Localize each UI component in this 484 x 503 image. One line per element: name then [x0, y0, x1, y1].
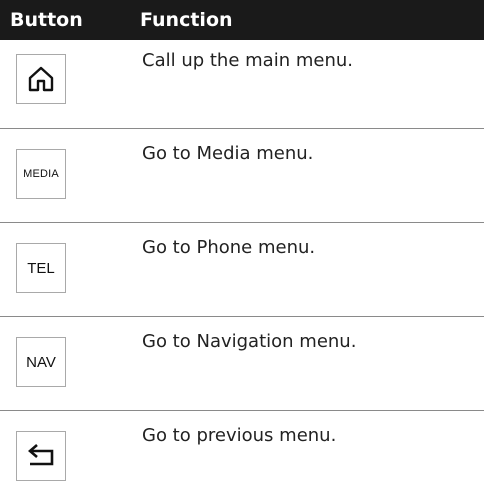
tel-button: TEL	[16, 243, 66, 293]
row-description: Go to Navigation menu.	[142, 331, 357, 352]
table-row: NAV Go to Navigation menu.	[0, 317, 484, 411]
home-button	[16, 54, 66, 104]
table-row: Go to previous menu.	[0, 411, 484, 503]
back-arrow-icon	[28, 444, 54, 466]
nav-button: NAV	[16, 337, 66, 387]
table-row: Call up the main menu.	[0, 40, 484, 129]
header-function-label: Function	[140, 9, 233, 31]
table-row: MEDIA Go to Media menu.	[0, 129, 484, 223]
back-button	[16, 431, 66, 481]
row-description: Go to previous menu.	[142, 425, 337, 446]
row-description: Go to Phone menu.	[142, 237, 316, 258]
row-description: Call up the main menu.	[142, 50, 353, 71]
row-description: Go to Media menu.	[142, 143, 314, 164]
media-button: MEDIA	[16, 149, 66, 199]
table-header: Button Function	[0, 0, 484, 40]
header-button-label: Button	[10, 9, 83, 31]
button-function-table: Button Function Call up the main menu. M…	[0, 0, 484, 503]
home-icon	[28, 66, 54, 92]
table-row: TEL Go to Phone menu.	[0, 223, 484, 317]
